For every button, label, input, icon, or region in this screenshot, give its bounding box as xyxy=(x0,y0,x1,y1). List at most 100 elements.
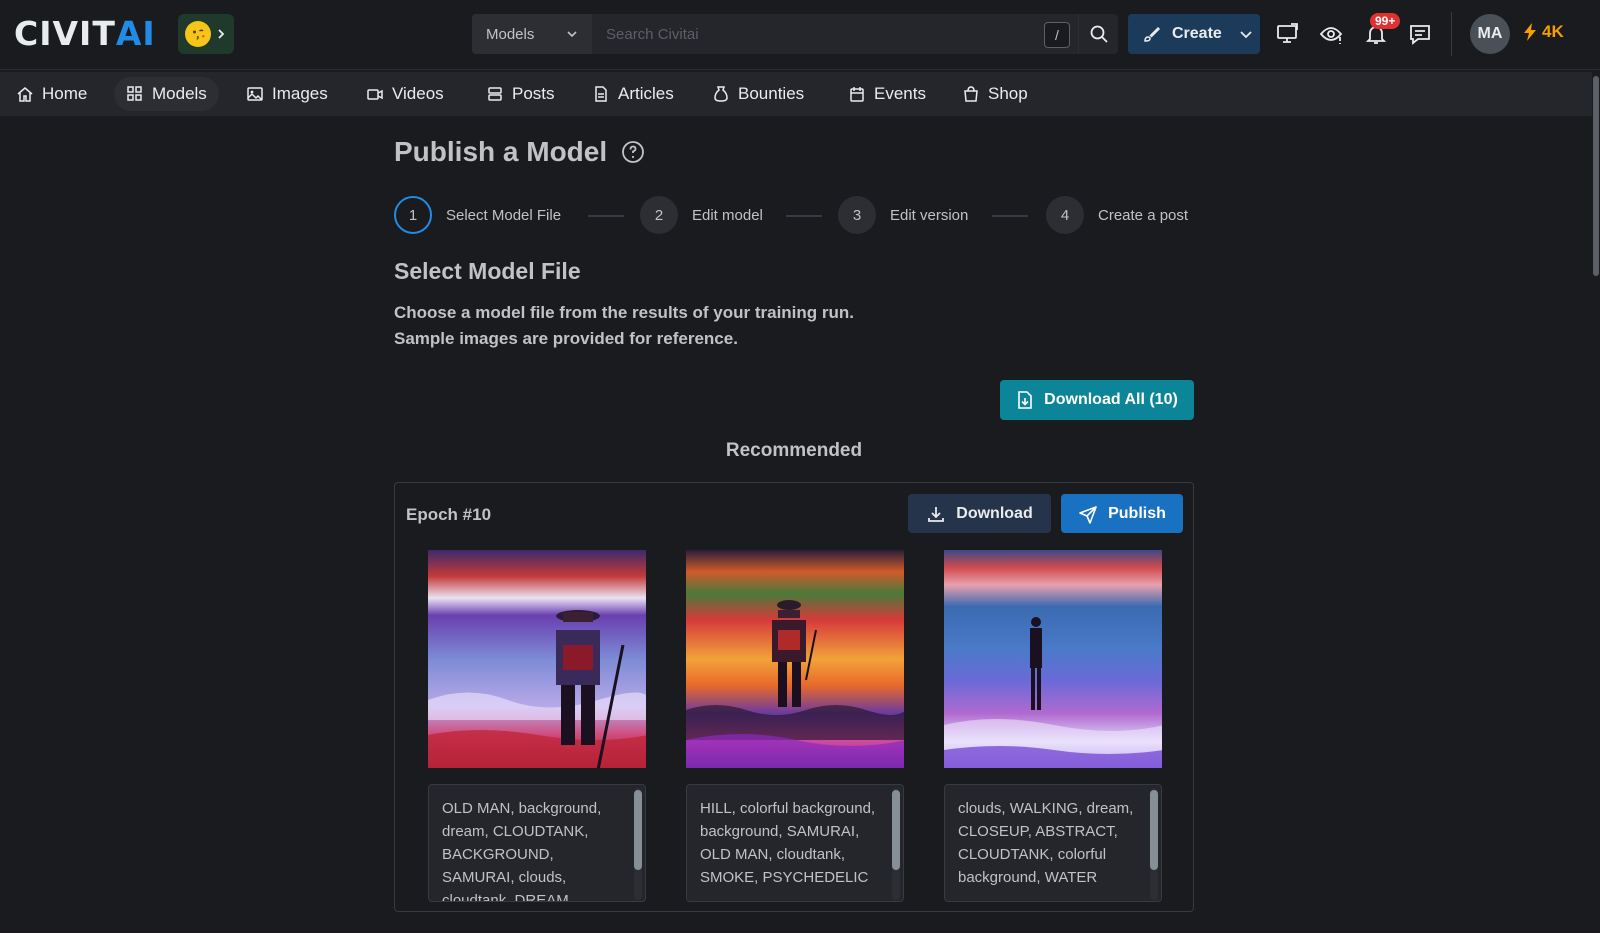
chevron-right-icon xyxy=(215,28,227,40)
user-avatar[interactable]: MA xyxy=(1470,14,1510,54)
prompt-scrollbar-thumb[interactable] xyxy=(1150,790,1158,870)
main-nav: Home Models Images Videos Posts Articles… xyxy=(0,72,1600,116)
sample-item: clouds, WALKING, dream, CLOSEUP, ABSTRAC… xyxy=(944,550,1162,902)
download-icon xyxy=(926,504,946,524)
file-download-icon xyxy=(1016,390,1034,410)
download-label: Download xyxy=(956,504,1033,522)
sample-prompt-box[interactable]: clouds, WALKING, dream, CLOSEUP, ABSTRAC… xyxy=(944,784,1162,902)
sample-image[interactable] xyxy=(686,550,904,768)
step-create-post[interactable]: 4 Create a post xyxy=(1046,196,1188,234)
prompt-scrollbar-thumb[interactable] xyxy=(892,790,900,870)
nav-item-images[interactable]: Images xyxy=(234,77,340,111)
step-label: Select Model File xyxy=(446,206,562,224)
create-dropdown-chevron-icon[interactable] xyxy=(1232,27,1260,41)
nav-item-videos[interactable]: Videos xyxy=(354,77,456,111)
step-connector xyxy=(786,215,822,217)
sample-image[interactable] xyxy=(944,550,1162,768)
publish-button[interactable]: Publish xyxy=(1061,494,1183,533)
calendar-icon xyxy=(848,85,866,103)
civitai-logo[interactable]: CIVIT AI xyxy=(14,14,156,53)
nav-label-events: Events xyxy=(874,84,926,103)
prompt-scrollbar-thumb[interactable] xyxy=(634,790,642,870)
sample-item: HILL, colorful background, background, S… xyxy=(686,550,904,902)
eye-icon[interactable] xyxy=(1318,20,1346,48)
description-line: Sample images are provided for reference… xyxy=(394,329,738,348)
search-scope-value: Models xyxy=(486,25,535,43)
video-icon xyxy=(366,85,384,103)
chat-icon[interactable] xyxy=(1406,20,1434,48)
nav-label-posts: Posts xyxy=(512,84,555,103)
step-number: 3 xyxy=(838,196,876,234)
download-all-button[interactable]: Download All (10) xyxy=(1000,380,1194,420)
sample-prompt-box[interactable]: HILL, colorful background, background, S… xyxy=(686,784,904,902)
step-connector xyxy=(588,215,624,217)
nav-label-videos: Videos xyxy=(392,84,444,103)
search-input[interactable]: Search Civitai / xyxy=(592,14,1078,54)
step-label: Edit model xyxy=(692,206,763,224)
grid-icon xyxy=(126,85,144,103)
nav-item-articles[interactable]: Articles xyxy=(580,77,686,111)
nav-item-events[interactable]: Events xyxy=(836,77,938,111)
page-title: Publish a Model xyxy=(394,136,645,168)
nav-label-bounties: Bounties xyxy=(738,84,805,103)
sample-item: OLD MAN, background, dream, CLOUDTANK, B… xyxy=(428,550,646,902)
step-number: 2 xyxy=(640,196,678,234)
section-description: Choose a model file from the results of … xyxy=(394,300,854,352)
search-placeholder: Search Civitai xyxy=(606,25,699,43)
sample-image[interactable] xyxy=(428,550,646,768)
epoch-title: Epoch #10 xyxy=(406,505,492,524)
page-scrollbar[interactable] xyxy=(1592,72,1600,933)
nav-item-models[interactable]: Models xyxy=(114,77,219,111)
chevron-down-icon xyxy=(566,28,578,40)
emoji-menu-button[interactable] xyxy=(178,14,234,54)
topbar-divider xyxy=(1451,12,1452,56)
section-title: Select Model File xyxy=(394,258,581,284)
search-scope-select[interactable]: Models xyxy=(472,14,592,54)
nav-label-images: Images xyxy=(272,84,328,103)
posts-icon xyxy=(486,85,504,103)
create-label: Create xyxy=(1172,25,1222,42)
step-edit-version[interactable]: 3 Edit version xyxy=(838,196,968,234)
step-edit-model[interactable]: 2 Edit model xyxy=(640,196,763,234)
nav-label-articles: Articles xyxy=(618,84,674,103)
step-number: 1 xyxy=(394,196,432,234)
brush-icon xyxy=(1142,24,1162,44)
epoch-card: Epoch #10 Download Publish OLD MAN, back… xyxy=(394,482,1194,912)
publish-label: Publish xyxy=(1108,504,1166,522)
create-button[interactable]: Create xyxy=(1128,14,1260,54)
page-title-text: Publish a Model xyxy=(394,136,608,167)
page-scrollbar-thumb[interactable] xyxy=(1593,76,1599,276)
prompt-scrollbar[interactable] xyxy=(892,788,900,900)
nav-item-home[interactable]: Home xyxy=(4,77,99,111)
sample-prompt-box[interactable]: OLD MAN, background, dream, CLOUDTANK, B… xyxy=(428,784,646,902)
sample-prompt-text: HILL, colorful background, background, S… xyxy=(700,800,876,886)
home-icon xyxy=(16,85,34,103)
prompt-scrollbar[interactable] xyxy=(1150,788,1158,900)
step-select-model-file[interactable]: 1 Select Model File xyxy=(394,196,561,234)
search-button[interactable] xyxy=(1078,14,1118,54)
description-line: Choose a model file from the results of … xyxy=(394,303,854,322)
nav-label-models: Models xyxy=(152,84,207,103)
shop-icon xyxy=(962,85,980,103)
notification-count-badge: 99+ xyxy=(1370,13,1401,29)
nav-item-bounties[interactable]: Bounties xyxy=(700,77,816,111)
prompt-scrollbar[interactable] xyxy=(634,788,642,900)
download-button[interactable]: Download xyxy=(908,494,1051,533)
publish-stepper: 1 Select Model File 2 Edit model 3 Edit … xyxy=(394,196,1194,234)
search-icon xyxy=(1089,24,1109,44)
buzz-balance[interactable]: 4K xyxy=(1522,22,1564,42)
buzz-amount: 4K xyxy=(1542,22,1564,41)
help-circle-icon[interactable] xyxy=(621,140,645,164)
step-connector xyxy=(992,215,1028,217)
send-icon xyxy=(1078,504,1098,524)
search-bar: Models Search Civitai / xyxy=(472,14,1118,54)
monitor-icon[interactable] xyxy=(1274,20,1302,48)
nav-item-shop[interactable]: Shop xyxy=(950,77,1040,111)
lightning-icon xyxy=(1522,22,1538,42)
sample-prompt-text: OLD MAN, background, dream, CLOUDTANK, B… xyxy=(442,800,602,902)
download-all-label: Download All (10) xyxy=(1044,391,1178,408)
step-label: Edit version xyxy=(890,206,969,224)
step-label: Create a post xyxy=(1098,206,1189,224)
nav-item-posts[interactable]: Posts xyxy=(474,77,567,111)
sample-prompt-text: clouds, WALKING, dream, CLOSEUP, ABSTRAC… xyxy=(958,800,1134,886)
